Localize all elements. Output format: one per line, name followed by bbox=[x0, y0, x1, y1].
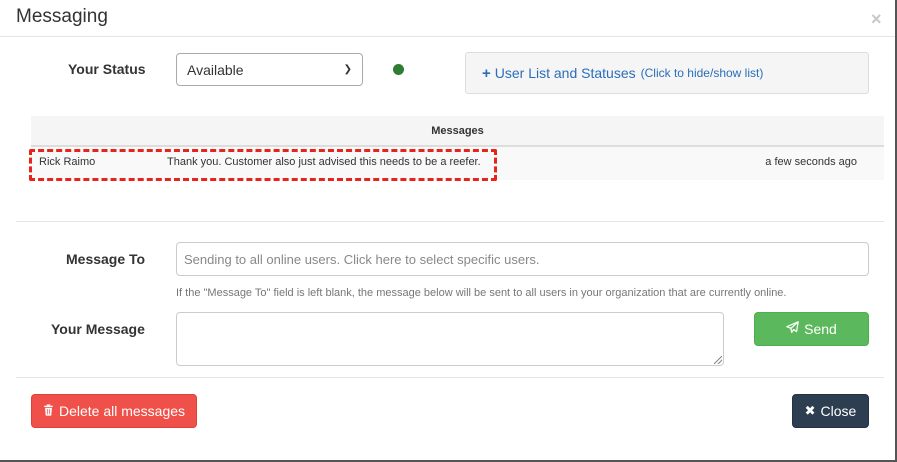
plus-icon: + bbox=[482, 64, 491, 82]
messages-header: Messages bbox=[31, 116, 884, 147]
dialog-title: Messaging bbox=[16, 6, 108, 27]
status-indicator-icon bbox=[393, 64, 404, 75]
close-button[interactable]: ✖ Close bbox=[792, 394, 869, 428]
trash-icon bbox=[43, 403, 54, 419]
your-message-label: Your Message bbox=[51, 321, 145, 337]
send-button[interactable]: Send bbox=[754, 312, 869, 346]
textarea-resize-handle[interactable] bbox=[714, 356, 722, 364]
delete-label: Delete all messages bbox=[58, 403, 186, 419]
footer-divider bbox=[16, 377, 884, 378]
status-selected-value: Available bbox=[187, 61, 244, 78]
message-to-placeholder: Sending to all online users. Click here … bbox=[184, 251, 540, 267]
message-to-help: If the "Message To" field is left blank,… bbox=[176, 287, 787, 299]
user-list-hint: (Click to hide/show list) bbox=[640, 66, 764, 80]
user-list-label: User List and Statuses bbox=[494, 65, 636, 81]
status-select[interactable]: Available ❯ bbox=[176, 53, 363, 86]
paper-plane-icon bbox=[786, 321, 799, 337]
status-label: Your Status bbox=[68, 61, 146, 77]
message-to-input[interactable]: Sending to all online users. Click here … bbox=[176, 242, 869, 276]
section-divider bbox=[16, 221, 884, 222]
user-list-toggle-button[interactable]: + User List and Statuses (Click to hide/… bbox=[465, 52, 869, 94]
highlight-annotation bbox=[29, 149, 497, 181]
dialog-close-icon[interactable]: × bbox=[871, 9, 882, 30]
messaging-dialog: Messaging × Your Status Available ❯ + Us… bbox=[0, 0, 897, 462]
message-textarea[interactable] bbox=[176, 312, 724, 366]
send-label: Send bbox=[804, 321, 837, 337]
delete-all-messages-button[interactable]: Delete all messages bbox=[31, 394, 197, 428]
times-icon: ✖ bbox=[804, 403, 816, 418]
chevron-down-icon: ❯ bbox=[343, 64, 352, 75]
dialog-header: Messaging × bbox=[0, 0, 895, 37]
close-label: Close bbox=[820, 403, 857, 419]
message-time: a few seconds ago bbox=[765, 156, 857, 168]
message-to-label: Message To bbox=[66, 251, 146, 267]
